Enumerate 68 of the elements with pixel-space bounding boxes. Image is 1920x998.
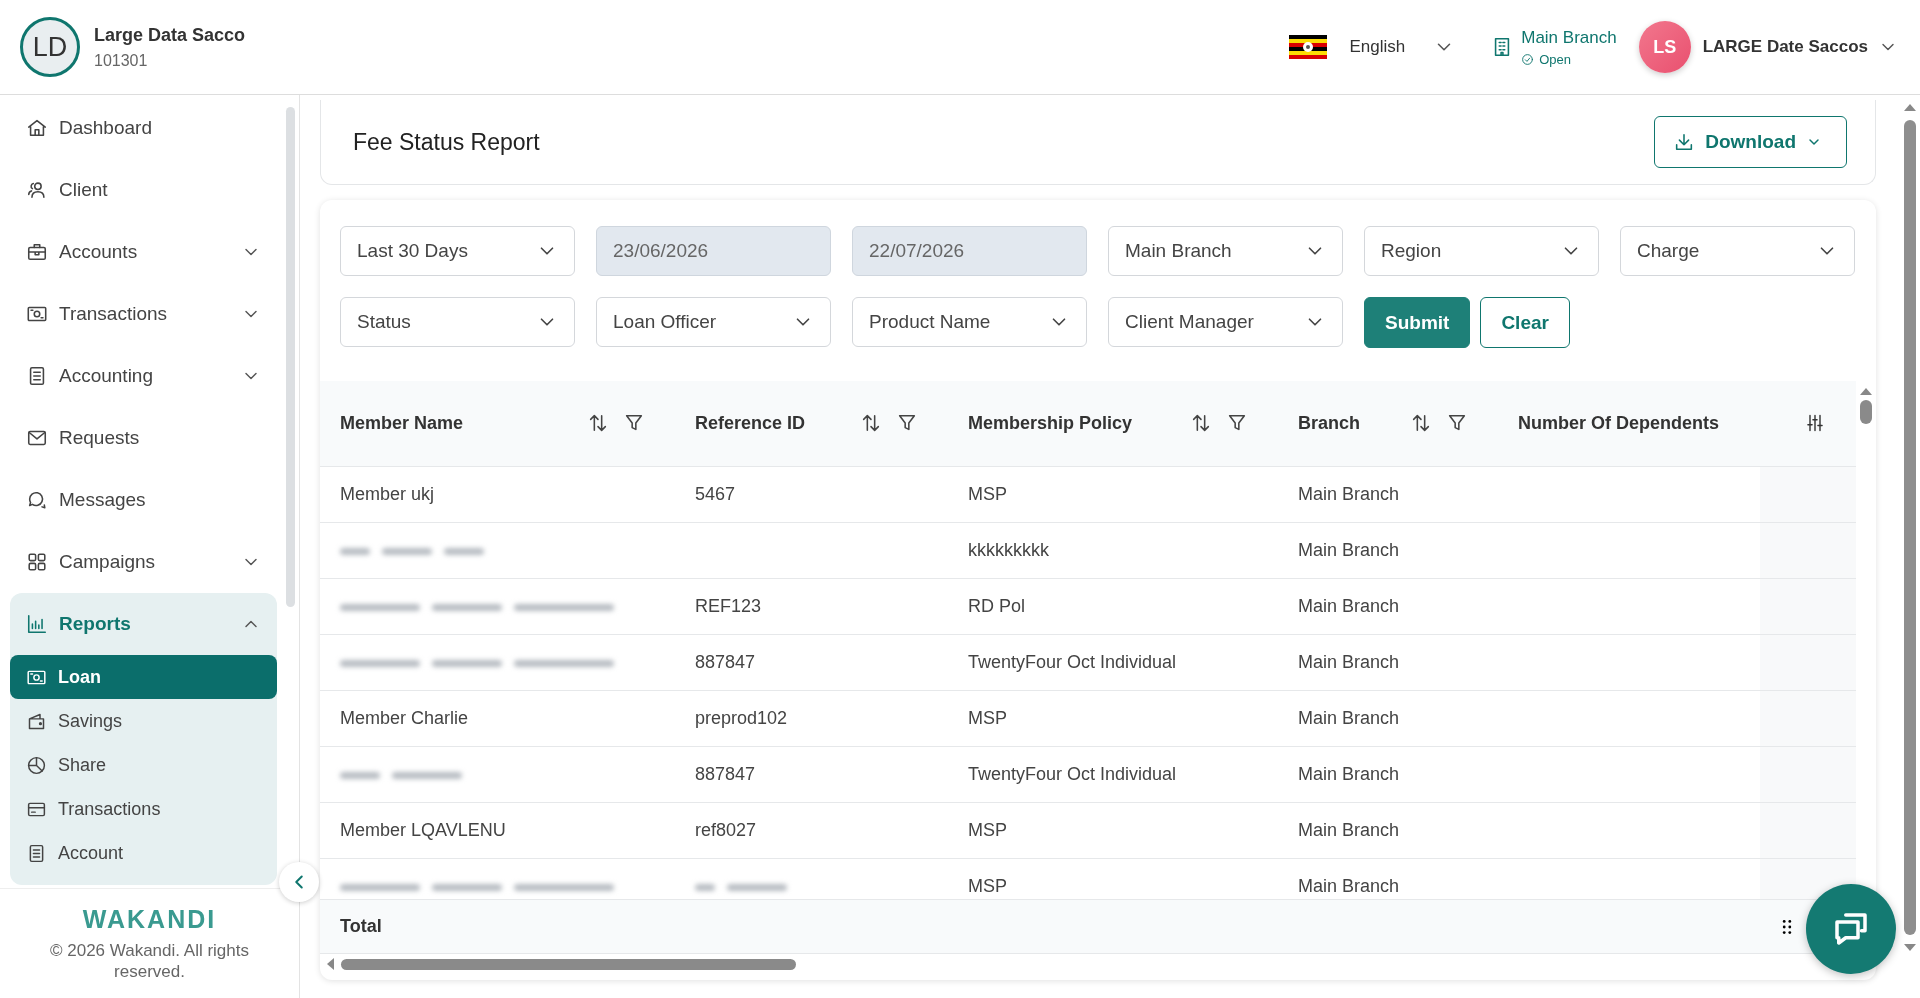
dropdown[interactable]: Loan Officer bbox=[596, 297, 831, 347]
sidebar-item[interactable]: Dashboard bbox=[10, 97, 277, 159]
sidebar-item[interactable]: Accounts bbox=[10, 221, 277, 283]
table-cell-text: Main Branch bbox=[1297, 875, 1401, 897]
table-cell-text: TwentyFour Oct Individual bbox=[967, 651, 1178, 673]
branch-name[interactable]: Main Branch bbox=[1521, 27, 1617, 48]
sidebar-item[interactable]: Campaigns bbox=[10, 531, 277, 593]
sidebar-item[interactable]: Messages bbox=[10, 469, 277, 531]
total-label: Total bbox=[340, 916, 383, 938]
clear-button[interactable]: Clear bbox=[1480, 297, 1570, 348]
dropdown[interactable]: Client Manager bbox=[1108, 297, 1343, 347]
dropdown[interactable]: Charge bbox=[1620, 226, 1855, 276]
table-cell-text: MSP bbox=[967, 875, 1008, 897]
table-cell-text: Main Branch bbox=[1297, 763, 1401, 785]
table-cell-text: Main Branch bbox=[1297, 483, 1401, 505]
sidebar-subitem[interactable]: Loan bbox=[10, 655, 277, 699]
table-cell-text: MSP bbox=[967, 819, 1008, 841]
brand-logo: WAKANDI bbox=[82, 905, 217, 934]
table-cell-text: Main Branch bbox=[1297, 595, 1401, 617]
table-cell-text: 887847 bbox=[694, 763, 757, 785]
org-code: 101301 bbox=[94, 51, 149, 70]
column-header: Member Name bbox=[340, 412, 465, 434]
table-cell-text: Member LQAVLENU bbox=[339, 819, 507, 841]
sidebar-subitem[interactable]: Share bbox=[10, 743, 277, 787]
table-cell-text: preprod102 bbox=[694, 707, 789, 729]
table-cell-text: Main Branch bbox=[1297, 707, 1401, 729]
column-header: Membership Policy bbox=[968, 412, 1134, 434]
table-cell-text: Member Charlie bbox=[339, 707, 470, 729]
submit-button[interactable]: Submit bbox=[1364, 297, 1471, 348]
dropdown[interactable]: Last 30 Days bbox=[340, 226, 575, 276]
table-cell-text: MSP bbox=[967, 707, 1008, 729]
column-header: Number Of Dependents bbox=[1518, 412, 1721, 434]
dropdown[interactable]: Region bbox=[1364, 226, 1599, 276]
download-button[interactable]: Download bbox=[1654, 116, 1847, 168]
table-cell-text: Main Branch bbox=[1297, 651, 1401, 673]
dropdown[interactable]: Main Branch bbox=[1108, 226, 1343, 276]
table-cell-text: 887847 bbox=[694, 651, 757, 673]
sidebar-subitem[interactable]: Savings bbox=[10, 699, 277, 743]
copyright-text: © 2026 Wakandi. All rights reserved. bbox=[49, 940, 250, 982]
table-cell-text: REF123 bbox=[694, 595, 763, 617]
table-cell-text: kkkkkkkkk bbox=[967, 539, 1050, 561]
branch-status: Open bbox=[1539, 51, 1572, 67]
table-cell-text: RD Pol bbox=[967, 595, 1026, 617]
sidebar-item[interactable]: Client bbox=[10, 159, 277, 221]
org-avatar: LD bbox=[20, 17, 80, 77]
sidebar-item[interactable]: Transactions bbox=[10, 283, 277, 345]
dropdown[interactable]: Product Name bbox=[852, 297, 1087, 347]
date-field: 22/07/2026 bbox=[852, 226, 1087, 276]
sidebar-subitem[interactable]: Transactions bbox=[10, 787, 277, 831]
sidebar-item[interactable]: Reports bbox=[10, 593, 277, 655]
table-cell-text: MSP bbox=[967, 483, 1008, 505]
table-cell-text: Main Branch bbox=[1297, 819, 1401, 841]
table-cell-text: Member ukj bbox=[339, 483, 436, 505]
column-header: Reference ID bbox=[695, 412, 807, 434]
page-title: Fee Status Report bbox=[353, 128, 541, 156]
sidebar-subitem[interactable]: Account bbox=[10, 831, 277, 875]
sidebar-item[interactable]: Accounting bbox=[10, 345, 277, 407]
date-field: 23/06/2026 bbox=[596, 226, 831, 276]
org-name: Large Data Sacco bbox=[94, 24, 246, 46]
column-header: Branch bbox=[1298, 412, 1361, 434]
language-label: English bbox=[1349, 37, 1406, 57]
table-cell-text: ref8027 bbox=[694, 819, 758, 841]
table-cell-text: TwentyFour Oct Individual bbox=[967, 763, 1178, 785]
dropdown[interactable]: Status bbox=[340, 297, 575, 347]
table-cell-text: Main Branch bbox=[1297, 539, 1401, 561]
sidebar-item[interactable]: Requests bbox=[10, 407, 277, 469]
table-cell-text: 5467 bbox=[694, 483, 737, 505]
user-name[interactable]: LARGE Date Saccos bbox=[1702, 37, 1868, 57]
